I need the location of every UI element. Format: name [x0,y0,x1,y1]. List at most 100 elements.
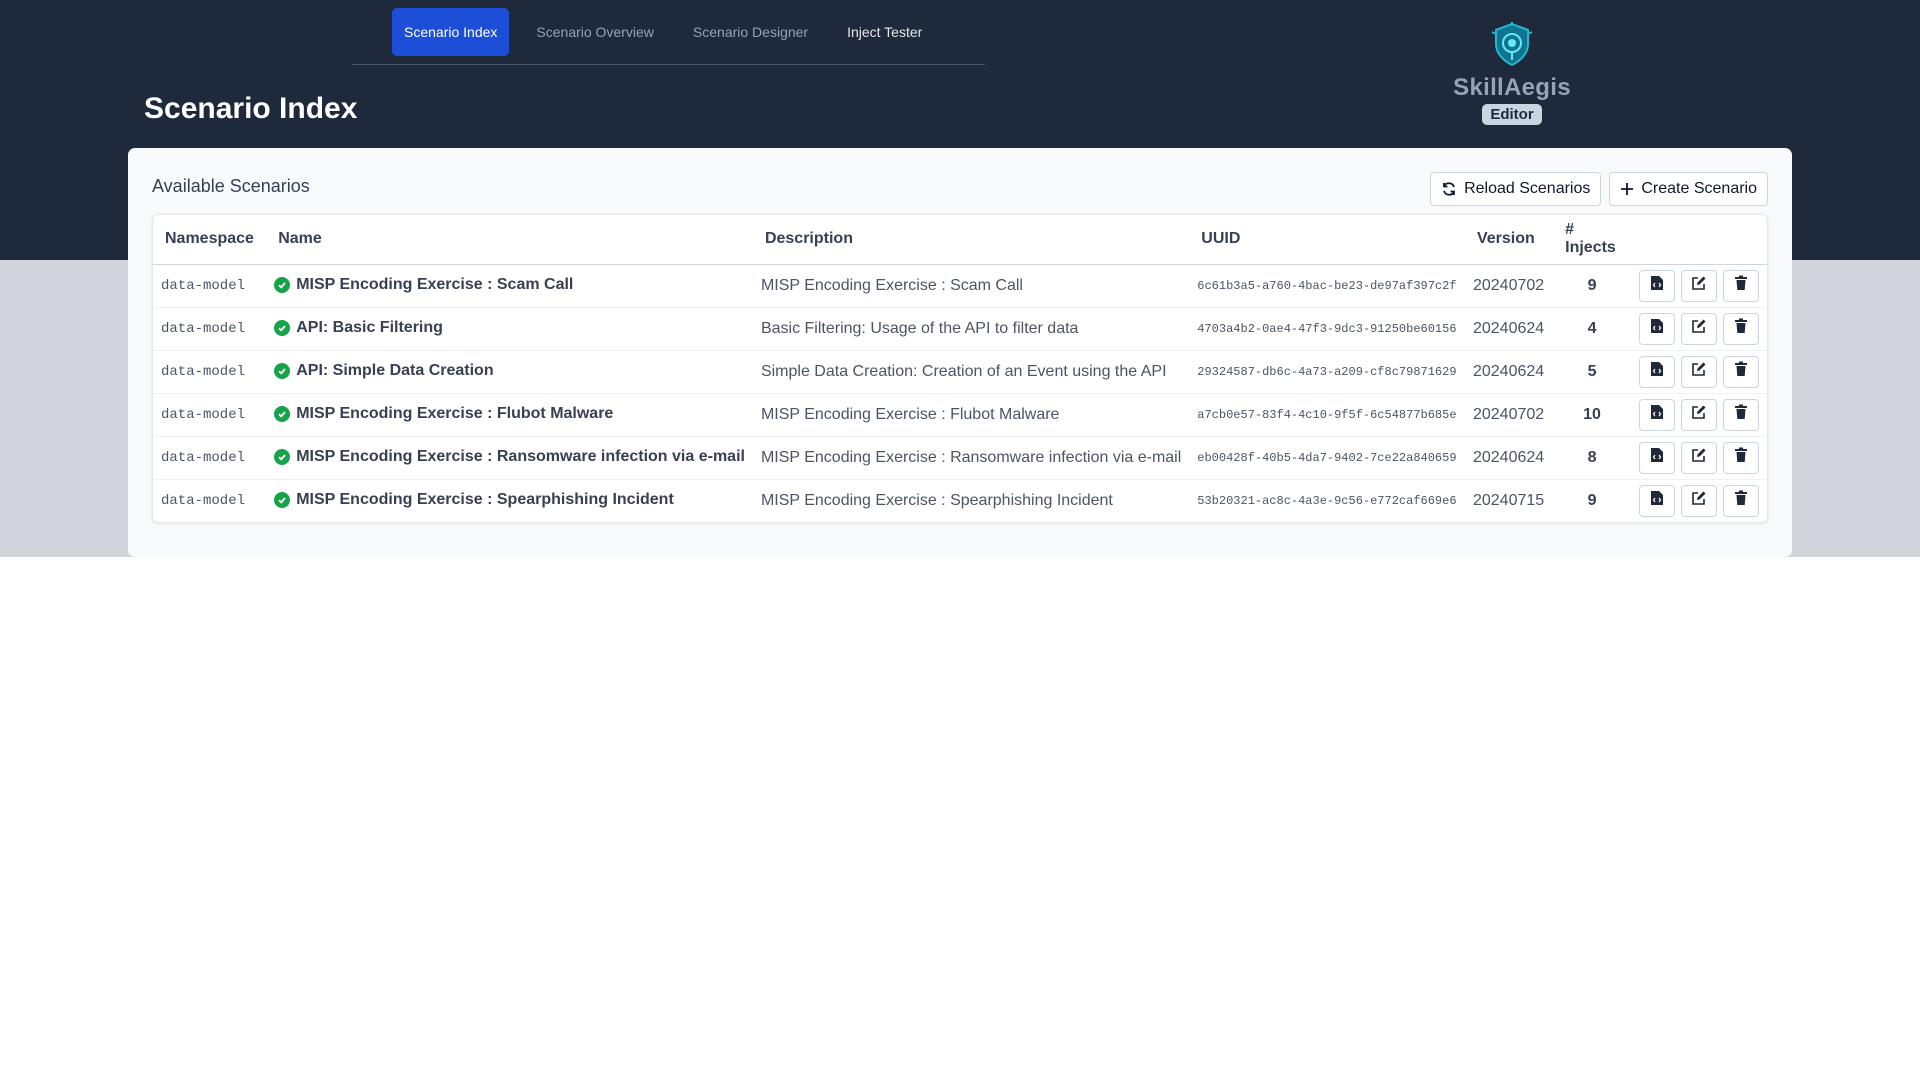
row-namespace: data-model [153,436,267,480]
row-namespace: data-model [161,492,246,509]
tab-scenario-overview[interactable]: Scenario Overview [524,8,666,56]
check-circle-icon [274,406,291,422]
row-actions [1631,350,1767,394]
table-row: data-model MISP Encoding Exercise : Flubo… [153,393,1767,437]
brand-badge: Editor [1482,104,1542,125]
row-description: MISP Encoding Exercise : Scam Call [752,264,1190,308]
delete-button[interactable] [1723,398,1759,431]
col-injects: # Injects [1553,215,1631,265]
trash-icon [1734,318,1748,339]
edit-button[interactable] [1681,484,1717,517]
plus-icon [1621,183,1634,195]
row-injects: 9 [1587,491,1597,509]
delete-button[interactable] [1723,484,1759,517]
row-name[interactable]: MISP Encoding Exercise : Ransomware infe… [296,448,745,466]
check-circle-icon [274,449,291,465]
row-name-cell: MISP Encoding Exercise : Scam Call [266,264,753,308]
reload-scenarios-button[interactable]: Reload Scenarios [1430,172,1602,206]
row-actions [1631,436,1767,480]
row-uuid: eb00428f-40b5-4da7-9402-7ce22a840659 [1189,436,1465,480]
export-button[interactable] [1639,312,1675,345]
delete-button[interactable] [1723,312,1759,345]
row-injects: 5 [1553,350,1631,394]
row-description: MISP Encoding Exercise : Flubot Malware [752,393,1190,437]
col-actions [1631,215,1767,265]
create-label: Create Scenario [1641,180,1757,197]
row-namespace: data-model [153,264,267,308]
export-file-icon [1650,404,1664,425]
row-actions [1631,264,1767,308]
edit-button[interactable] [1681,312,1717,345]
row-name[interactable]: MISP Encoding Exercise : Flubot Malware [296,405,613,423]
edit-icon [1691,447,1707,468]
row-name-cell: API: Basic Filtering [266,307,753,351]
export-button[interactable] [1639,355,1675,388]
delete-button[interactable] [1723,355,1759,388]
row-description: MISP Encoding Exercise : Ransomware infe… [752,436,1190,480]
row-version: 20240702 [1464,393,1554,437]
row-version: 20240702 [1464,264,1554,308]
shield-eye-icon [1491,22,1533,67]
row-injects: 8 [1553,436,1631,480]
edit-button[interactable] [1681,355,1717,388]
table-row: data-model MISP Encoding Exercise : Ranso… [153,436,1767,480]
check-circle-icon [274,277,291,293]
trash-icon [1734,361,1748,382]
row-description: Basic Filtering: Usage of the API to fil… [752,307,1190,351]
row-actions [1631,393,1767,437]
tab-scenario-designer[interactable]: Scenario Designer [681,8,820,56]
row-description: MISP Encoding Exercise : Spearphishing I… [760,491,1113,509]
row-uuid: 6c61b3a5-a760-4bac-be23-de97af397c2f [1189,264,1465,308]
table-row: data-model API: Simple Data Creation Simpl… [153,350,1767,394]
scenarios-card: Available Scenarios Reload Scenarios Cre… [128,148,1792,557]
delete-button[interactable] [1723,269,1759,302]
edit-button[interactable] [1681,269,1717,302]
col-version: Version [1464,215,1554,265]
export-file-icon [1650,447,1664,468]
row-name[interactable]: API: Simple Data Creation [296,362,493,380]
row-name[interactable]: MISP Encoding Exercise : Spearphishing I… [296,491,674,509]
row-name[interactable]: MISP Encoding Exercise : Scam Call [296,276,573,294]
export-button[interactable] [1639,484,1675,517]
row-namespace: data-model [153,393,267,437]
export-file-icon [1650,275,1664,296]
refresh-icon [1443,182,1455,196]
edit-icon [1691,318,1707,339]
tab-inject-tester[interactable]: Inject Tester [835,8,934,56]
row-version: 20240715 [1472,491,1545,509]
row-injects: 4 [1553,307,1631,351]
edit-button[interactable] [1681,441,1717,474]
export-file-icon [1650,490,1664,511]
row-uuid: 53b20321-ac8c-4a3e-9c56-e772caf669e6 [1197,493,1457,508]
edit-icon [1691,275,1707,296]
edit-button[interactable] [1681,398,1717,431]
export-button[interactable] [1639,441,1675,474]
delete-button[interactable] [1723,441,1759,474]
row-name[interactable]: API: Basic Filtering [296,319,443,337]
table-row: data-model API: Basic Filtering Basic Filt… [153,307,1767,351]
top-nav: Scenario Index Scenario Overview Scenari… [352,0,985,65]
export-button[interactable] [1639,398,1675,431]
check-circle-icon [274,320,291,336]
table-row: data-model MISP Encoding Exercise : Scam … [153,264,1767,308]
table-row: data-model MISP Encoding Exercise : Spear… [153,479,1767,522]
edit-icon [1691,361,1707,382]
row-uuid: 4703a4b2-0ae4-47f3-9dc3-91250be60156 [1189,307,1465,351]
row-version: 20240624 [1464,307,1554,351]
check-circle-icon [274,363,291,379]
row-name-cell: MISP Encoding Exercise : Spearphishing I… [266,479,753,522]
row-namespace: data-model [153,307,267,351]
row-version: 20240624 [1464,436,1554,480]
row-injects: 10 [1553,393,1631,437]
row-description: Simple Data Creation: Creation of an Eve… [752,350,1190,394]
card-actions: Reload Scenarios Create Scenario [1430,172,1768,206]
tab-scenario-index[interactable]: Scenario Index [392,8,510,56]
row-actions [1631,307,1767,351]
create-scenario-button[interactable]: Create Scenario [1609,172,1768,206]
row-uuid: a7cb0e57-83f4-4c10-9f5f-6c54877b685e [1189,393,1465,437]
export-button[interactable] [1639,269,1675,302]
row-uuid: 29324587-db6c-4a73-a209-cf8c79871629 [1189,350,1465,394]
export-file-icon [1650,318,1664,339]
brand-logo: SkillAegis Editor [1440,20,1584,125]
edit-icon [1691,490,1707,511]
